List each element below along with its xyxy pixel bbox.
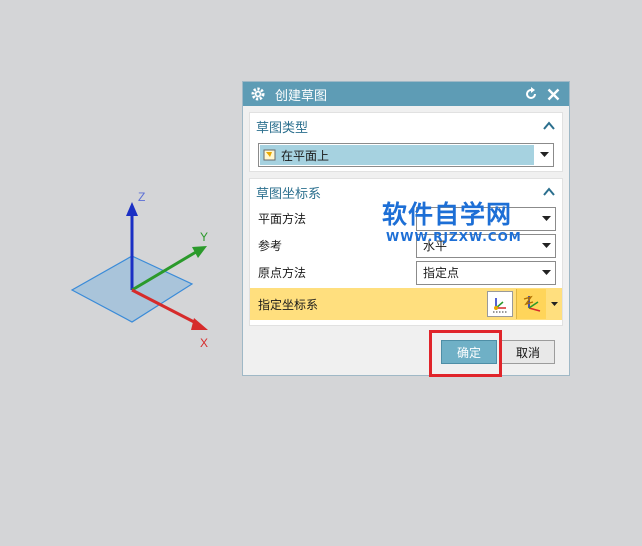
csys-dialog-icon[interactable] bbox=[487, 291, 513, 317]
reference-label: 参考 bbox=[258, 239, 283, 253]
x-axis-label: X bbox=[200, 336, 209, 350]
dialog-titlebar[interactable]: 创建草图 bbox=[243, 82, 569, 106]
reference-select[interactable]: 水平 bbox=[416, 233, 556, 258]
sketch-csys-group: 草图坐标系 平面方法 参考 水平 原点方法 指定点 指定坐标系 bbox=[249, 178, 563, 326]
origin-method-row: 原点方法 指定点 bbox=[250, 259, 562, 286]
ok-button[interactable]: 确定 bbox=[441, 340, 497, 364]
chevron-down-icon[interactable] bbox=[537, 235, 555, 257]
chevron-down-icon[interactable] bbox=[537, 208, 555, 230]
origin-method-label: 原点方法 bbox=[258, 266, 307, 280]
origin-method-select[interactable]: 指定点 bbox=[416, 260, 556, 285]
sketch-type-select[interactable]: 在平面上 bbox=[258, 143, 554, 167]
chevron-down-icon[interactable] bbox=[535, 144, 553, 166]
specify-csys-row[interactable]: 指定坐标系 bbox=[250, 288, 562, 320]
cancel-button[interactable]: 取消 bbox=[501, 340, 555, 364]
sketch-type-header-label: 草图类型 bbox=[256, 120, 309, 136]
specify-csys-label: 指定坐标系 bbox=[258, 297, 319, 312]
origin-method-value: 指定点 bbox=[423, 266, 460, 280]
z-axis-arrow bbox=[126, 202, 138, 216]
reset-icon[interactable] bbox=[521, 84, 541, 104]
close-icon[interactable] bbox=[543, 84, 563, 104]
plane-icon bbox=[262, 147, 278, 163]
gear-icon[interactable] bbox=[249, 85, 267, 103]
x-axis-arrow bbox=[191, 318, 208, 330]
z-axis-label: Z bbox=[138, 190, 146, 204]
chevron-up-icon[interactable] bbox=[542, 119, 556, 133]
plane-method-label: 平面方法 bbox=[258, 212, 307, 226]
reference-row: 参考 水平 bbox=[250, 232, 562, 259]
dialog-title: 创建草图 bbox=[275, 88, 328, 104]
chevron-down-icon[interactable] bbox=[537, 262, 555, 284]
dialog-footer: 确定 取消 bbox=[243, 329, 569, 375]
plane-method-row: 平面方法 bbox=[250, 205, 562, 232]
plane-method-select[interactable] bbox=[416, 206, 556, 231]
sketch-type-group: 草图类型 在平面上 bbox=[249, 112, 563, 172]
chevron-up-icon[interactable] bbox=[542, 185, 556, 199]
coordinate-triad: Z Y X bbox=[60, 180, 230, 355]
triad-graphic bbox=[70, 202, 208, 330]
sketch-csys-header-label: 草图坐标系 bbox=[256, 186, 322, 202]
create-sketch-dialog: 创建草图 草图类型 在平面上 草图坐标系 平面方法 参考 水平 原点方法 指定点… bbox=[242, 81, 570, 376]
sketch-csys-header[interactable]: 草图坐标系 bbox=[250, 179, 562, 205]
sketch-type-value: 在平面上 bbox=[281, 148, 330, 163]
chevron-down-icon[interactable] bbox=[546, 289, 562, 319]
reference-value: 水平 bbox=[423, 239, 448, 253]
sketch-type-header[interactable]: 草图类型 bbox=[250, 113, 562, 139]
y-axis-label: Y bbox=[200, 230, 209, 244]
csys-inferred-icon[interactable] bbox=[516, 289, 546, 319]
